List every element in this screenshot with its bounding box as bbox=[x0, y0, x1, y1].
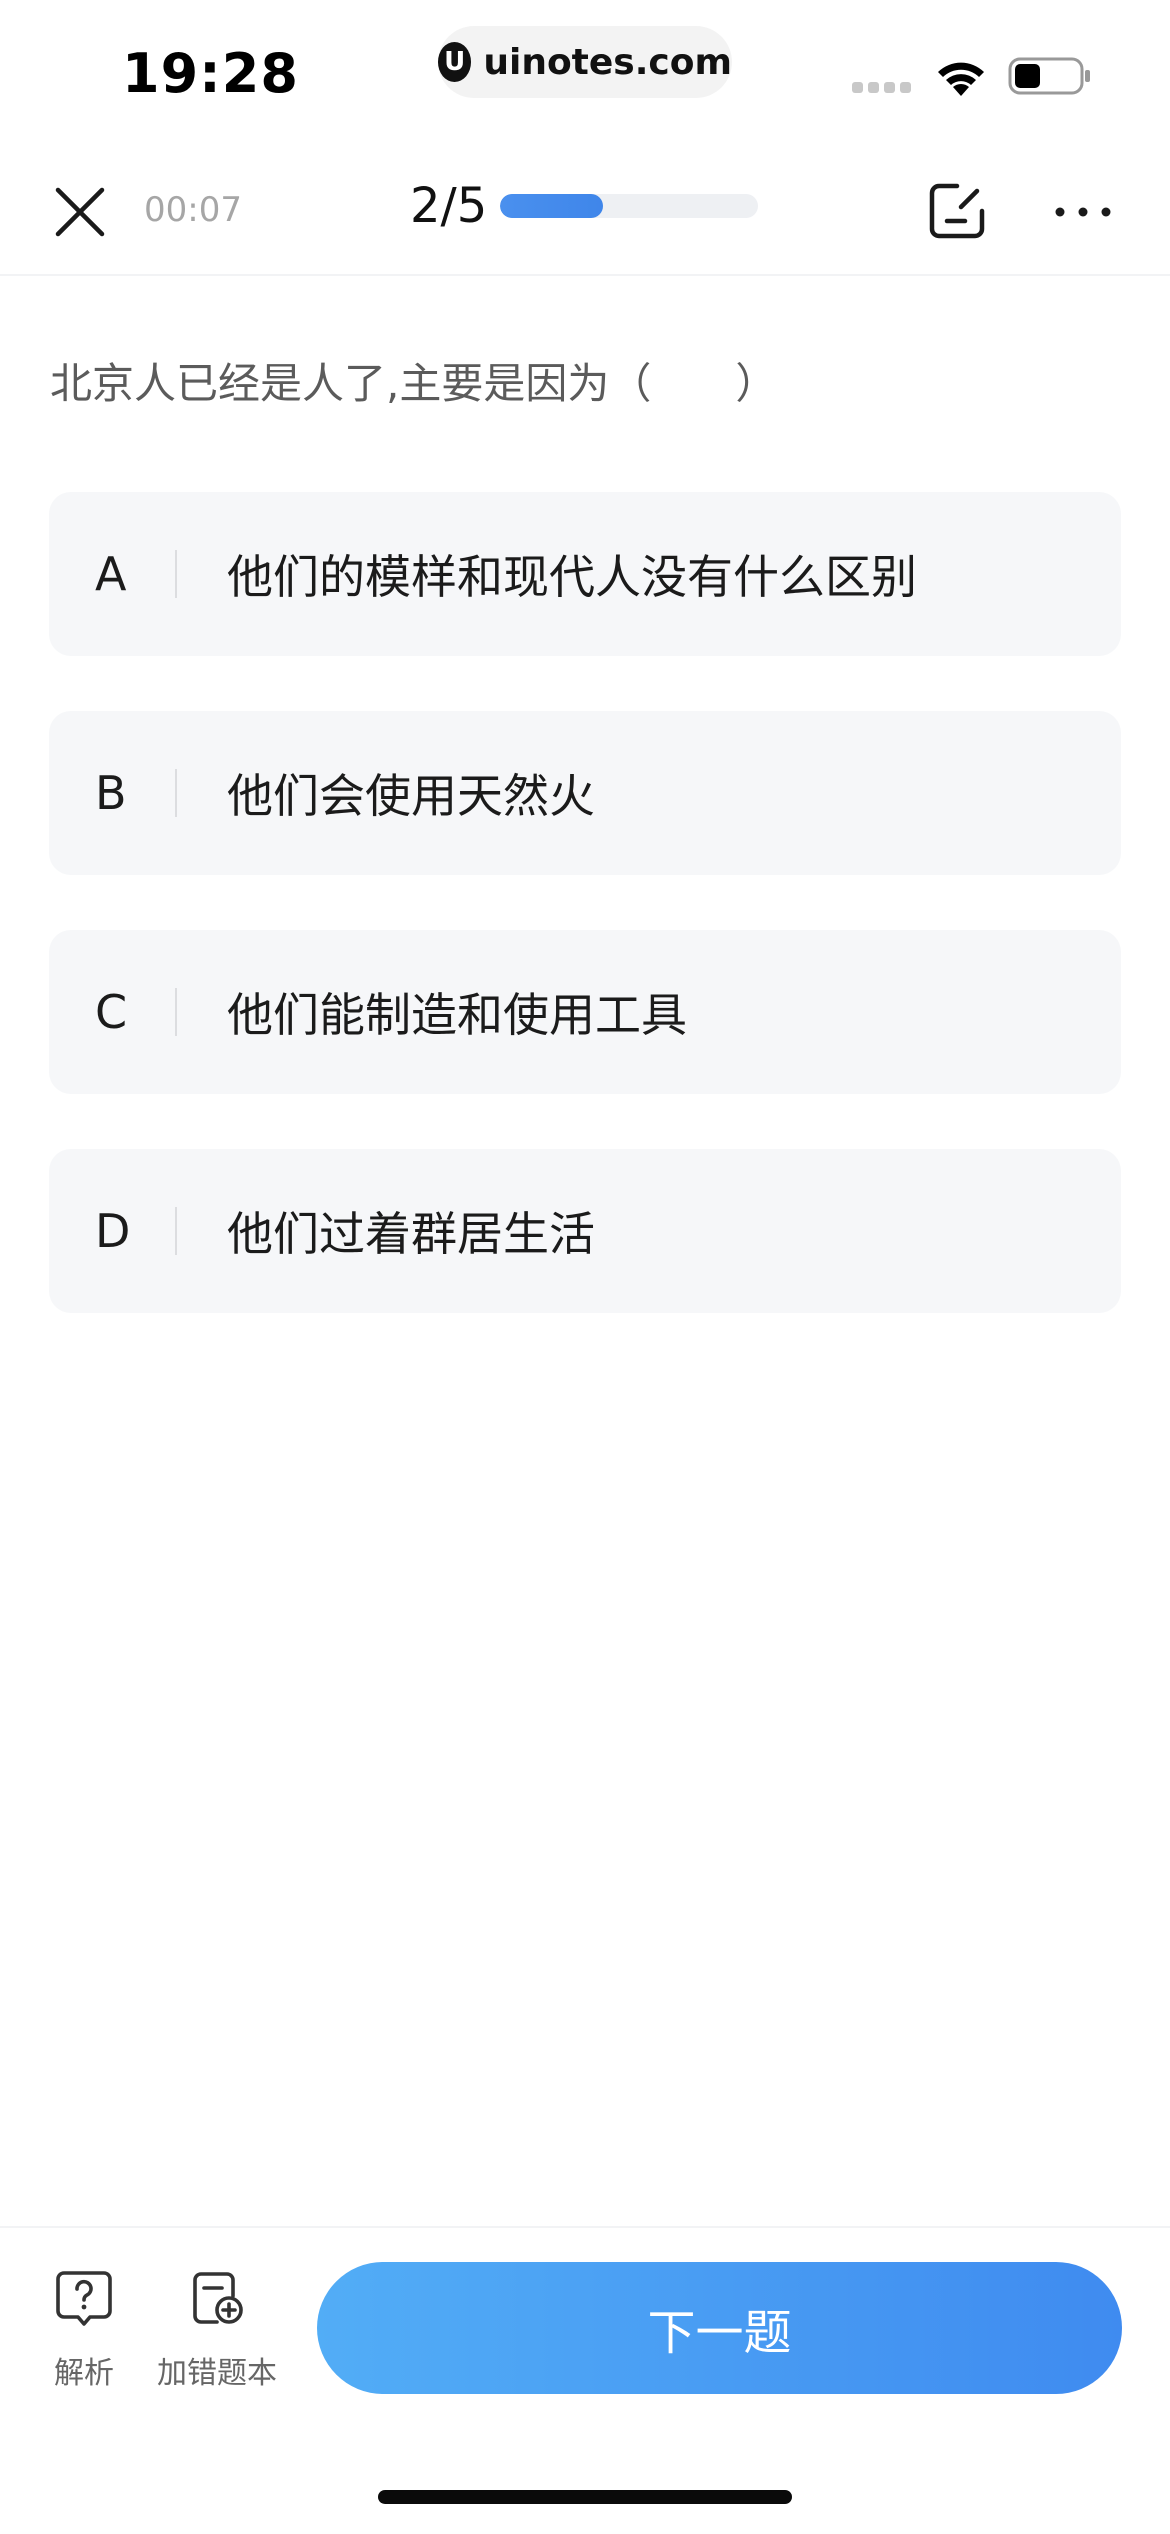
option-text: 他们能制造和使用工具 bbox=[227, 988, 687, 1042]
more-button[interactable] bbox=[1048, 180, 1118, 244]
answer-sheet-button[interactable] bbox=[922, 176, 992, 246]
option-divider bbox=[175, 988, 177, 1036]
option-letter: B bbox=[95, 766, 127, 820]
battery-icon bbox=[1008, 57, 1090, 95]
progress-fill bbox=[500, 194, 604, 218]
options-list: A 他们的模样和现代人没有什么区别 B 他们会使用天然火 C 他们能制造和使用工… bbox=[49, 492, 1121, 1368]
mistake-book-label: 加错题本 bbox=[157, 2356, 277, 2391]
option-letter: A bbox=[95, 547, 127, 601]
next-question-button[interactable]: 下一题 bbox=[317, 2262, 1122, 2394]
option-text: 他们的模样和现代人没有什么区别 bbox=[227, 550, 917, 604]
analysis-button[interactable]: 解析 bbox=[44, 2266, 124, 2392]
option-c[interactable]: C 他们能制造和使用工具 bbox=[49, 930, 1121, 1094]
quiz-header: 00:07 2/5 bbox=[0, 150, 1170, 276]
option-divider bbox=[175, 1207, 177, 1255]
option-letter: C bbox=[95, 985, 128, 1039]
option-text: 他们过着群居生活 bbox=[227, 1207, 595, 1261]
wifi-icon bbox=[938, 62, 984, 96]
option-divider bbox=[175, 550, 177, 598]
add-note-icon bbox=[193, 2272, 243, 2324]
home-indicator bbox=[378, 2490, 792, 2504]
add-to-mistake-book-button[interactable]: 加错题本 bbox=[152, 2266, 282, 2392]
cellular-signal-icon bbox=[852, 82, 912, 96]
more-icon bbox=[1055, 207, 1111, 217]
question-text: 北京人已经是人了,主要是因为（ ） bbox=[50, 359, 778, 408]
option-a[interactable]: A 他们的模样和现代人没有什么区别 bbox=[49, 492, 1121, 656]
question-bubble-icon bbox=[56, 2271, 112, 2326]
close-button[interactable] bbox=[48, 180, 112, 244]
url-text: uinotes.com bbox=[483, 41, 732, 83]
edit-note-icon bbox=[929, 183, 985, 239]
option-b[interactable]: B 他们会使用天然火 bbox=[49, 711, 1121, 875]
analysis-label: 解析 bbox=[54, 2356, 114, 2391]
option-divider bbox=[175, 769, 177, 817]
status-bar: 19:28 U uinotes.com bbox=[0, 0, 1170, 150]
option-letter: D bbox=[95, 1204, 131, 1258]
bottom-action-bar: 解析 加错题本 下一题 bbox=[0, 2226, 1170, 2534]
site-logo-icon: U bbox=[438, 42, 472, 82]
option-text: 他们会使用天然火 bbox=[227, 769, 595, 823]
progress-bar bbox=[500, 194, 758, 218]
status-time: 19:28 bbox=[122, 42, 299, 105]
url-pill[interactable]: U uinotes.com bbox=[438, 26, 732, 98]
progress-label: 2/5 bbox=[410, 178, 488, 234]
option-d[interactable]: D 他们过着群居生活 bbox=[49, 1149, 1121, 1313]
elapsed-timer: 00:07 bbox=[144, 190, 242, 230]
close-icon bbox=[55, 187, 105, 237]
